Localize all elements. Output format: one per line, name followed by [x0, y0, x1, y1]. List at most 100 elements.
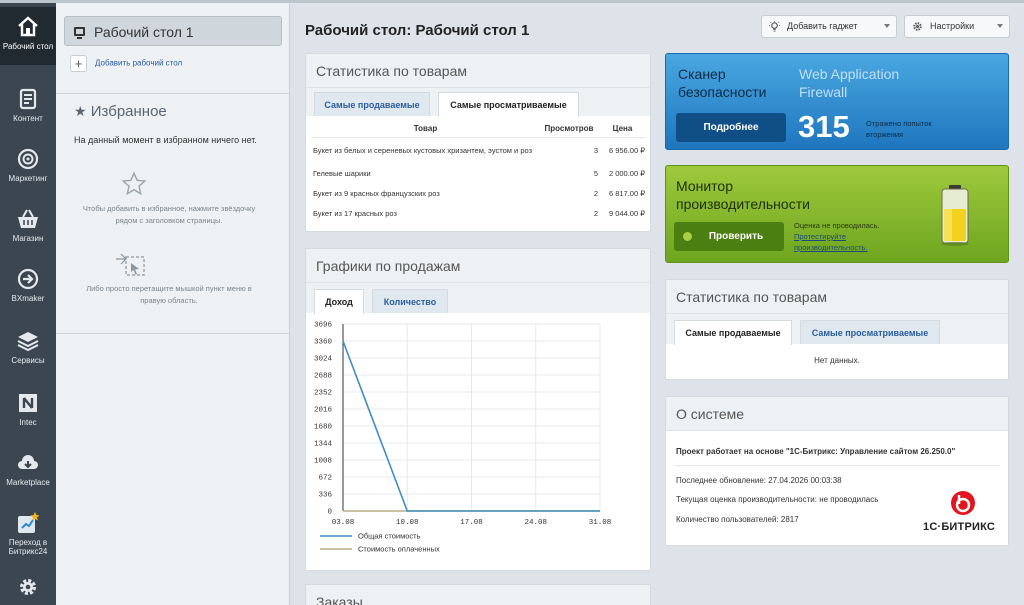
column-header: Просмотров	[538, 120, 600, 138]
panel-title: О системе	[666, 397, 1008, 431]
tab-best-selling[interactable]: Самые продаваемые	[674, 320, 792, 345]
x-tick-label: 31.08	[589, 519, 612, 527]
check-circle-icon	[683, 232, 692, 241]
y-tick-label: 2352	[314, 390, 332, 398]
basket-icon	[18, 209, 38, 228]
x-tick-label: 17.08	[460, 519, 483, 527]
blocked-count: 315	[798, 109, 850, 144]
y-tick-label: 2688	[314, 373, 332, 381]
tabs: Самые продаваемые Самые просматриваемые	[306, 88, 650, 117]
monitor-note-text: Оценка не проводилась.	[794, 221, 880, 230]
y-tick-label: 3024	[314, 356, 333, 364]
menu-item-label: BXmaker	[11, 294, 45, 303]
y-tick-label: 0	[327, 509, 332, 517]
menu-item-intec[interactable]: Intec	[0, 383, 56, 441]
security-scanner-widget: Сканер безопасности Web Application Fire…	[665, 53, 1009, 150]
product-name: Букет из белых и сереневых кустовых хриз…	[313, 145, 533, 155]
product-table: Товар Просмотров Цена Букет из белых и с…	[313, 120, 645, 223]
empty-message: Нет данных.	[814, 356, 860, 365]
add-gadget-button[interactable]: Добавить гаджет	[761, 15, 897, 38]
favorites-empty-text: На данный момент в избранном ничего нет.	[74, 135, 257, 145]
table-row: Букет из 17 красных роз 2 9 044.00 ₽	[313, 203, 645, 223]
document-icon	[19, 88, 37, 110]
desktop-selector[interactable]: Рабочий стол 1	[64, 16, 282, 46]
column-header: Цена	[600, 120, 645, 138]
table-row: Гелевые шарики 5 2 000.00 ₽	[313, 164, 645, 183]
chevron-down-icon	[997, 24, 1003, 28]
product-views: 2	[593, 208, 598, 218]
y-tick-label: 1680	[314, 424, 333, 432]
tab-most-viewed[interactable]: Самые просматриваемые	[438, 92, 579, 117]
check-button-label: Проверить	[708, 231, 764, 242]
product-price: 6 817.00 ₽	[608, 188, 645, 198]
menu-item-services[interactable]: Сервисы	[0, 321, 56, 379]
legend-label: Общая стоимость	[358, 532, 421, 541]
y-tick-label: 3360	[314, 339, 333, 347]
panel-title: Статистика по товарам	[306, 54, 650, 88]
menu-item-desktop[interactable]: Рабочий стол	[0, 7, 56, 65]
sales-chart-panel: Графики по продажам Доход Количество 369…	[305, 248, 651, 571]
page-title: Рабочий стол: Рабочий стол 1	[305, 22, 530, 39]
arrow-circle-icon	[17, 268, 39, 290]
y-tick-label: 336	[318, 492, 332, 500]
tab-income[interactable]: Доход	[314, 289, 364, 314]
star-outline-icon	[121, 171, 147, 196]
product-price: 9 044.00 ₽	[608, 208, 645, 218]
table-row: Букет из белых и сереневых кустовых хриз…	[313, 137, 645, 164]
settings-label: Настройки	[930, 21, 975, 31]
lightbulb-icon	[769, 21, 780, 32]
favorites-hint-star: Чтобы добавить в избранное, нажмите звёз…	[82, 204, 256, 225]
tab-best-selling[interactable]: Самые продаваемые	[314, 92, 430, 116]
add-desktop-label: Добавить рабочий стол	[95, 58, 183, 68]
menu-item-marketing[interactable]: Маркетинг	[0, 139, 56, 197]
menu-item-bxmaker[interactable]: BXmaker	[0, 259, 56, 317]
x-tick-label: 10.08	[396, 519, 419, 527]
divider	[674, 465, 1000, 466]
menu-item-content[interactable]: Контент	[0, 79, 56, 137]
favorites-title-text: Избранное	[90, 103, 167, 120]
menu-item-shop[interactable]: Магазин	[0, 199, 56, 257]
chevron-down-icon	[884, 24, 890, 28]
intec-logo-icon	[19, 394, 37, 412]
y-tick-label: 3696	[314, 322, 333, 330]
tab-most-viewed[interactable]: Самые просматриваемые	[800, 320, 940, 344]
product-name: Букет из 9 красных французских роз	[313, 188, 440, 198]
add-desktop-link[interactable]: + Добавить рабочий стол	[70, 55, 182, 72]
about-system-panel: О системе Проект работает на основе "1С-…	[665, 396, 1009, 546]
settings-button[interactable]: Настройки	[904, 15, 1010, 38]
scanner-title: Сканер безопасности	[678, 66, 767, 100]
details-button[interactable]: Подробнее	[676, 113, 786, 142]
y-tick-label: 672	[318, 475, 332, 483]
project-info: Проект работает на основе "1С-Битрикс: У…	[676, 447, 956, 456]
menu-item-label: Рабочий стол	[2, 42, 54, 51]
menu-item-marketplace[interactable]: Marketplace	[0, 443, 56, 501]
tabs: Доход Количество	[306, 283, 650, 314]
product-price: 2 000.00 ₽	[608, 169, 645, 178]
sales-line-chart: 3696336030242688235220161680134410086723…	[314, 322, 612, 554]
battery-icon	[941, 185, 969, 246]
menu-item-bitrix24[interactable]: Переход в Битрикс24	[0, 503, 56, 569]
blocked-count-label: Отражено попыток вторжения	[866, 119, 932, 139]
home-icon	[18, 16, 38, 37]
performance-monitor-widget: Монитор производительности Проверить Оце…	[665, 165, 1009, 263]
check-button[interactable]: Проверить	[674, 222, 784, 251]
y-tick-label: 2016	[314, 407, 333, 415]
divider	[56, 93, 289, 94]
main-menu: Рабочий стол Контент Маркетинг Магазин B…	[0, 3, 56, 605]
menu-item-label: Сервисы	[11, 356, 45, 365]
panel-title: Заказы	[306, 585, 650, 605]
column-header: Товар	[313, 120, 538, 138]
y-tick-label: 1344	[314, 441, 333, 449]
menu-item-label: Магазин	[12, 234, 44, 243]
monitor-note: Оценка не проводилась. Протестируйте про…	[794, 220, 914, 253]
y-tick-label: 1008	[314, 458, 332, 466]
tab-quantity[interactable]: Количество	[372, 289, 448, 313]
desktop-sidebar: Рабочий стол 1 + Добавить рабочий стол ★ …	[56, 3, 290, 605]
test-performance-link[interactable]: Протестируйте производительность.	[794, 231, 914, 253]
product-views: 3	[593, 146, 598, 156]
gear-icon	[913, 22, 922, 31]
product-name: Букет из 17 красных роз	[313, 208, 397, 218]
layers-icon	[17, 332, 39, 352]
gear-icon[interactable]	[17, 576, 39, 598]
product-name: Гелевые шарики	[313, 169, 371, 178]
